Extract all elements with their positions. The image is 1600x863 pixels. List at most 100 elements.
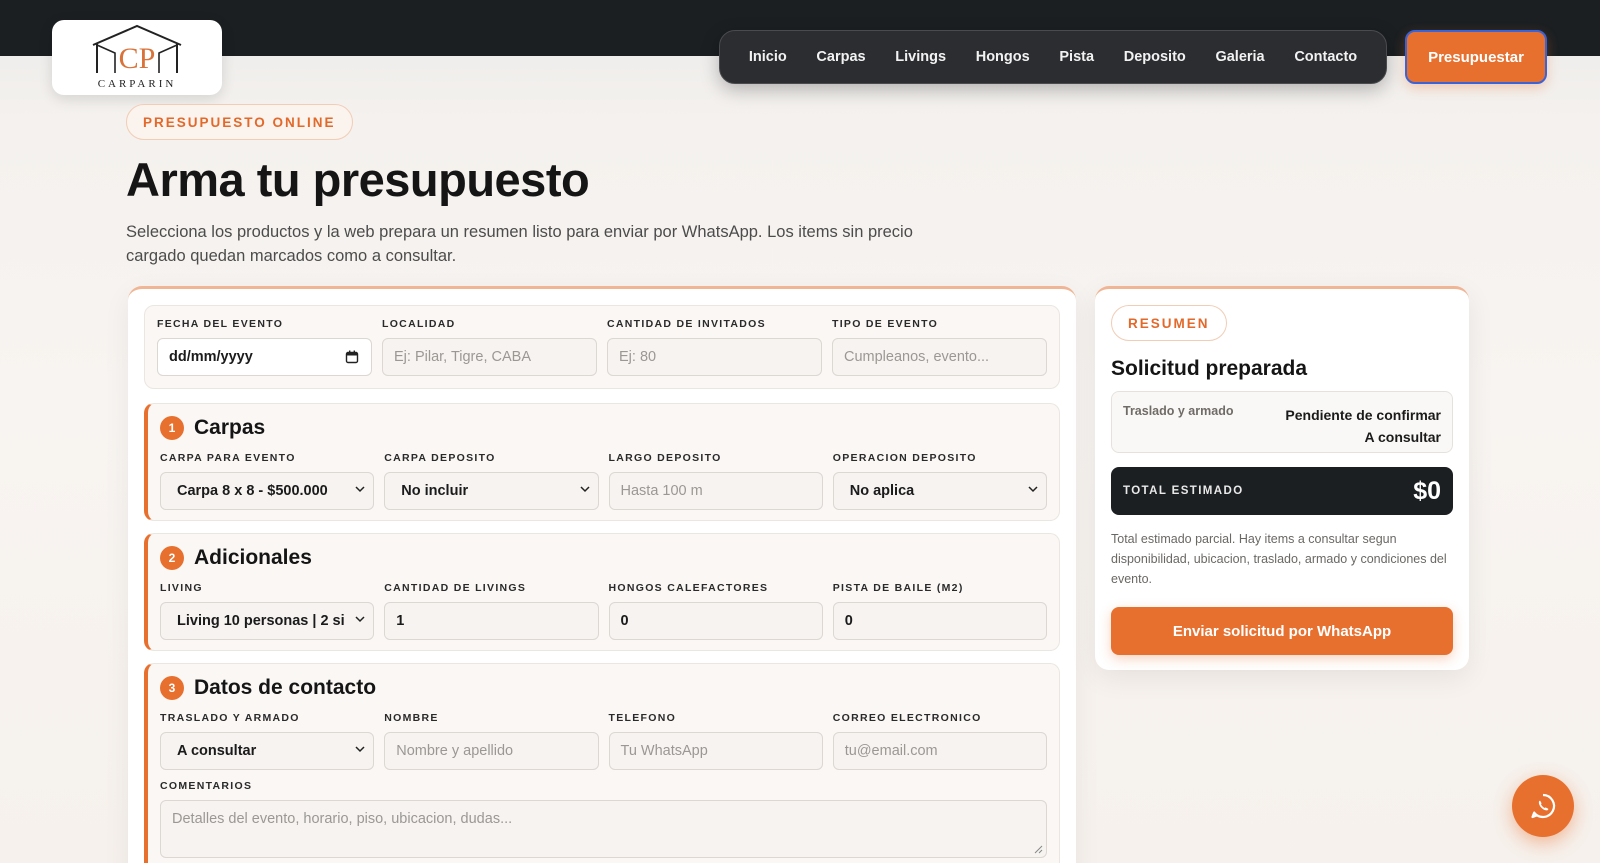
field-telefono: TELEFONO Tu WhatsApp [608, 712, 823, 770]
pista-label: PISTA DE BAILE (M2) [832, 582, 964, 594]
living-value: Living 10 personas | 2 si [177, 613, 345, 629]
logo-text: CARPARIN [98, 78, 177, 90]
fecha-input[interactable]: dd/mm/yyyy [157, 338, 372, 376]
section-title: Datos de contacto [194, 676, 377, 699]
localidad-label: LOCALIDAD [382, 318, 456, 330]
largo-deposito-label: LARGO DEPOSITO [608, 452, 722, 464]
carpa-deposito-select[interactable]: No incluir [384, 472, 599, 510]
chevron-down-icon [579, 486, 590, 493]
resize-grip-icon[interactable] [1034, 845, 1043, 854]
main-nav: Inicio Carpas Livings Hongos Pista Depos… [719, 30, 1387, 84]
calendar-icon[interactable] [345, 350, 359, 364]
carpa-deposito-value: No incluir [401, 483, 469, 499]
tipo-label: TIPO DE EVENTO [832, 318, 939, 330]
send-whatsapp-button[interactable]: Enviar solicitud por WhatsApp [1111, 607, 1453, 655]
hongos-label: HONGOS CALEFACTORES [608, 582, 769, 594]
summary-card: RESUMEN Solicitud preparada Traslado y a… [1095, 286, 1469, 670]
whatsapp-icon [1531, 793, 1556, 819]
operacion-deposito-label: OPERACION DEPOSITO [832, 452, 977, 464]
nav-hongos[interactable]: Hongos [976, 49, 1030, 65]
field-operacion-deposito: OPERACION DEPOSITO No aplica [832, 452, 1047, 510]
living-label: LIVING [160, 582, 203, 594]
comentarios-label: COMENTARIOS [160, 780, 253, 792]
section-title: Carpas [194, 416, 266, 439]
tipo-input[interactable]: Cumpleanos, evento... [832, 338, 1047, 376]
field-correo: CORREO ELECTRONICO tu@email.com [832, 712, 1047, 770]
cantidad-livings-input[interactable]: 1 [384, 602, 599, 640]
total-label: TOTAL ESTIMADO [1123, 485, 1244, 497]
total-value: $0 [1413, 476, 1441, 505]
hero-eyebrow: PRESUPUESTO ONLINE [126, 104, 353, 140]
summary-pill: RESUMEN [1111, 305, 1227, 341]
logo-monogram: CP [119, 42, 156, 75]
carpa-deposito-label: CARPA DEPOSITO [384, 452, 496, 464]
summary-row-value-2: A consultar [1364, 429, 1442, 445]
invitados-input[interactable]: Ej: 80 [607, 338, 822, 376]
nav-pista[interactable]: Pista [1059, 49, 1094, 65]
field-carpa-evento: CARPA PARA EVENTO Carpa 8 x 8 - $500.000 [160, 452, 375, 510]
nav-inicio[interactable]: Inicio [749, 49, 787, 65]
largo-deposito-input[interactable]: Hasta 100 m [608, 472, 823, 510]
summary-note: Total estimado parcial. Hay items a cons… [1111, 532, 1447, 586]
field-comentarios: COMENTARIOS Detalles del evento, horario… [160, 780, 1047, 858]
section-number: 2 [160, 546, 184, 570]
event-details: FECHA DEL EVENTO dd/mm/yyyy LOCALIDAD Ej… [144, 305, 1060, 389]
field-traslado: TRASLADO Y ARMADO A consultar [160, 712, 375, 770]
cantidad-livings-label: CANTIDAD DE LIVINGS [384, 582, 527, 594]
pista-input[interactable]: 0 [832, 602, 1047, 640]
operacion-deposito-value: No aplica [849, 483, 915, 499]
budget-form: FECHA DEL EVENTO dd/mm/yyyy LOCALIDAD Ej… [128, 286, 1076, 863]
field-largo-deposito: LARGO DEPOSITO Hasta 100 m [608, 452, 823, 510]
hongos-input[interactable]: 0 [608, 602, 823, 640]
field-living: LIVING Living 10 personas | 2 si [160, 582, 375, 640]
localidad-input[interactable]: Ej: Pilar, Tigre, CABA [382, 338, 597, 376]
chevron-down-icon [355, 746, 365, 753]
carpa-evento-value: Carpa 8 x 8 - $500.000 [177, 483, 328, 499]
field-hongos: HONGOS CALEFACTORES 0 [608, 582, 823, 640]
nav-carpas[interactable]: Carpas [816, 49, 865, 65]
total-estimado: TOTAL ESTIMADO $0 [1111, 467, 1453, 515]
comentarios-placeholder: Detalles del evento, horario, piso, ubic… [172, 811, 513, 827]
chevron-down-icon [355, 486, 365, 493]
summary-row-values: Pendiente de confirmar A consultar [1285, 404, 1441, 448]
living-select[interactable]: Living 10 personas | 2 si [160, 602, 375, 640]
section-title: Adicionales [194, 546, 312, 569]
summary-row: Traslado y armado Pendiente de confirmar… [1111, 391, 1453, 453]
carpa-evento-label: CARPA PARA EVENTO [160, 452, 296, 464]
nav-contacto[interactable]: Contacto [1294, 49, 1357, 65]
correo-input[interactable]: tu@email.com [832, 732, 1047, 770]
comentarios-textarea[interactable]: Detalles del evento, horario, piso, ubic… [160, 800, 1047, 858]
section-number: 3 [160, 676, 184, 700]
field-pista: PISTA DE BAILE (M2) 0 [832, 582, 1047, 640]
nombre-input[interactable]: Nombre y apellido [384, 732, 599, 770]
nav-galeria[interactable]: Galeria [1215, 49, 1264, 65]
section-adicionales: 2 Adicionales LIVING Living 10 personas … [144, 533, 1060, 651]
operacion-deposito-select[interactable]: No aplica [832, 472, 1047, 510]
carpa-evento-select[interactable]: Carpa 8 x 8 - $500.000 [160, 472, 375, 510]
field-tipo: TIPO DE EVENTO Cumpleanos, evento... [832, 318, 1047, 376]
chevron-down-icon [1028, 486, 1038, 493]
nav-livings[interactable]: Livings [895, 49, 946, 65]
traslado-value: A consultar [177, 743, 257, 759]
field-cantidad-livings: CANTIDAD DE LIVINGS 1 [384, 582, 599, 640]
section-number: 1 [160, 416, 184, 440]
traslado-select[interactable]: A consultar [160, 732, 375, 770]
telefono-input[interactable]: Tu WhatsApp [608, 732, 823, 770]
logo-house-icon: CP CARPARIN [92, 24, 182, 90]
hero-lead: Selecciona los productos y la web prepar… [126, 223, 913, 265]
chevron-down-icon [355, 616, 365, 623]
brand-logo[interactable]: CP CARPARIN [52, 20, 222, 95]
telefono-label: TELEFONO [608, 712, 677, 724]
section-carpas: 1 Carpas CARPA PARA EVENTO Carpa 8 x 8 -… [144, 403, 1060, 521]
invitados-label: CANTIDAD DE INVITADOS [607, 318, 766, 330]
summary-row-value-1: Pendiente de confirmar [1285, 407, 1441, 423]
section-contacto: 3 Datos de contacto TRASLADO Y ARMADO A … [144, 663, 1060, 863]
fecha-label: FECHA DEL EVENTO [157, 318, 284, 330]
whatsapp-fab[interactable] [1512, 775, 1574, 837]
field-nombre: NOMBRE Nombre y apellido [384, 712, 599, 770]
traslado-label: TRASLADO Y ARMADO [160, 712, 300, 724]
presupuestar-button[interactable]: Presupuestar [1405, 30, 1547, 84]
field-invitados: CANTIDAD DE INVITADOS Ej: 80 [607, 318, 822, 376]
field-fecha: FECHA DEL EVENTO dd/mm/yyyy [157, 318, 372, 376]
nav-deposito[interactable]: Deposito [1124, 49, 1186, 65]
